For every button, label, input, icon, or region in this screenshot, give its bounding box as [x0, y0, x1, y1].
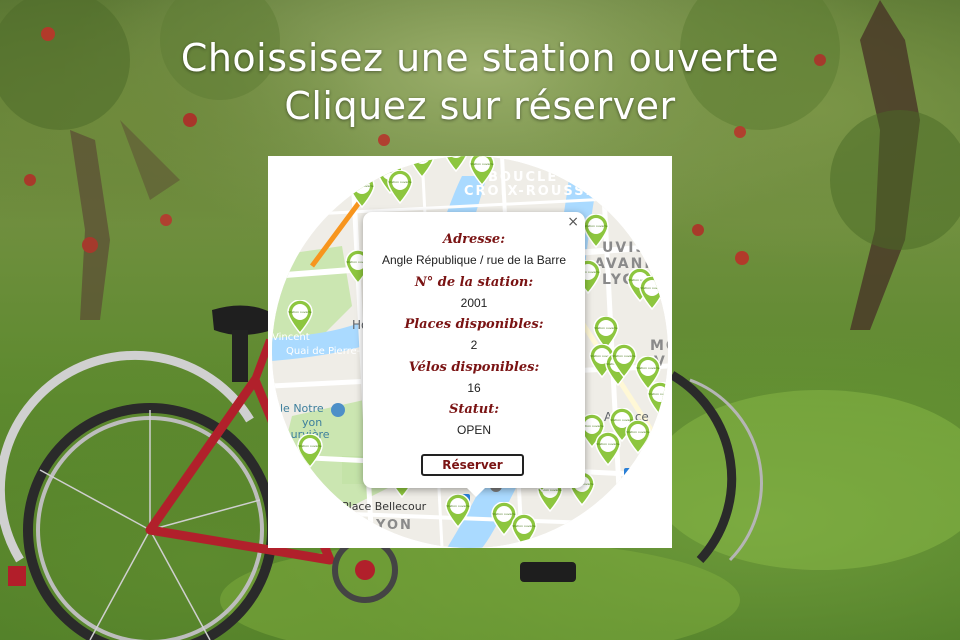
- svg-text:Station ouverte: Station ouverte: [446, 504, 469, 508]
- instruction-line-1: Choissisez une station ouverte: [180, 36, 780, 80]
- svg-text:Station ouverte: Station ouverte: [636, 366, 659, 370]
- svg-text:Station ouverte: Station ouverte: [594, 326, 617, 330]
- status-label: Statut:: [448, 402, 500, 417]
- station-marker-icon[interactable]: Station ouverte: [443, 156, 469, 172]
- places-label: Places disponibles:: [404, 317, 544, 332]
- station-marker-icon[interactable]: Station ouverte: [511, 514, 537, 548]
- station-marker-icon[interactable]: Station ouverte: [287, 300, 313, 334]
- svg-text:Station ouverte: Station ouverte: [626, 430, 649, 434]
- svg-text:Station ouverte: Station ouverte: [596, 442, 619, 446]
- status-value: OPEN: [456, 423, 491, 437]
- map-label-district-2: CROIX-ROUSSE: [464, 184, 597, 199]
- svg-text:Station ouverte: Station ouverte: [612, 354, 635, 358]
- svg-text:Station ouverte: Station ouverte: [288, 310, 311, 314]
- svg-text:Station ouverte: Station ouverte: [350, 184, 373, 188]
- svg-text:Station ouverte: Station ouverte: [640, 286, 663, 290]
- station-marker-icon[interactable]: Station ouverte: [647, 382, 668, 416]
- places-value: 2: [470, 338, 478, 352]
- address-label: Adresse:: [442, 232, 505, 247]
- map-label-right-4: MO: [650, 338, 668, 354]
- station-number-value: 2001: [460, 296, 488, 310]
- instruction-line-2: Cliquez sur réserver: [284, 84, 676, 128]
- map-label-lyon-2: YON: [376, 518, 413, 533]
- station-marker-icon[interactable]: Station ouverte: [297, 434, 323, 468]
- station-marker-icon[interactable]: Station ouverte: [387, 170, 413, 204]
- station-marker-icon[interactable]: Station ouverte: [635, 224, 661, 258]
- svg-text:Station ouverte: Station ouverte: [388, 180, 411, 184]
- svg-text:Station ouverte: Station ouverte: [512, 524, 535, 528]
- svg-text:Station ouverte: Station ouverte: [636, 234, 659, 238]
- bikes-label: Vélos disponibles:: [408, 360, 540, 375]
- svg-text:Station ouverte: Station ouverte: [298, 444, 321, 448]
- station-marker-icon[interactable]: Station ouverte: [445, 494, 471, 528]
- svg-text:Station ouverte: Station ouverte: [470, 162, 493, 166]
- close-icon[interactable]: ×: [567, 214, 579, 230]
- svg-text:Station ouverte: Station ouverte: [584, 224, 607, 228]
- reserve-button[interactable]: Réserver: [421, 454, 524, 476]
- station-marker-icon[interactable]: Station ouverte: [611, 344, 637, 378]
- station-marker-icon[interactable]: Station ouverte: [469, 156, 495, 186]
- station-marker-icon[interactable]: Station ouverte: [583, 214, 609, 248]
- address-value: Angle République / rue de la Barre: [381, 253, 567, 267]
- svg-text:Station ouverte: Station ouverte: [410, 156, 433, 158]
- bikes-value: 16: [467, 381, 481, 395]
- station-marker-icon[interactable]: Station ouverte: [349, 174, 375, 208]
- map-label-notre-dame: le Notre: [280, 402, 324, 415]
- map-label-place-bellecour: Place Bellecour: [342, 500, 427, 513]
- station-marker-icon[interactable]: Station ouverte: [625, 420, 651, 454]
- svg-text:Station ouverte: Station ouverte: [648, 392, 668, 396]
- station-number-label: N° de la station:: [414, 275, 534, 290]
- station-marker-icon[interactable]: Station ouverte: [639, 276, 665, 310]
- station-info-popup: × Adresse: Angle République / rue de la …: [363, 212, 585, 497]
- map-label-district-1: BOUCLE -: [488, 170, 573, 185]
